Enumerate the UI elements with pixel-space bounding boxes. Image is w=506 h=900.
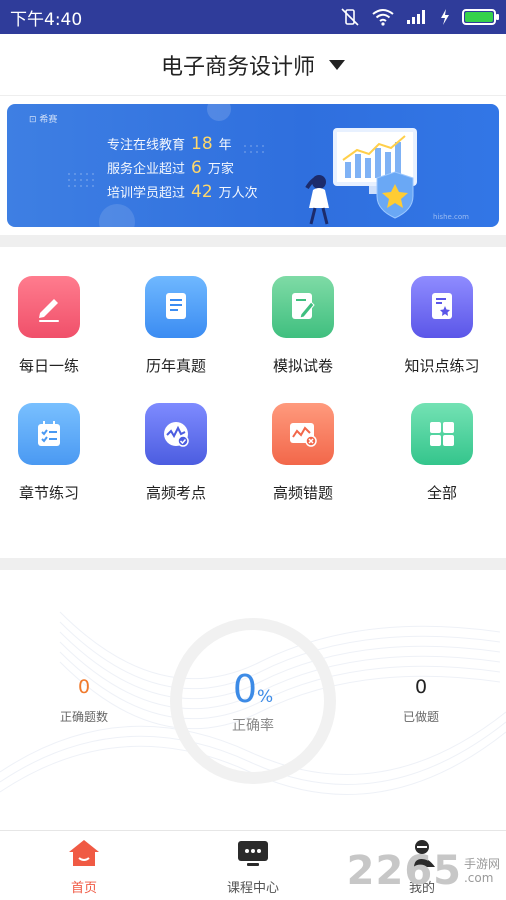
feature-mock-exam[interactable]: 模拟试卷 bbox=[243, 276, 363, 376]
tab-label: 课程中心 bbox=[226, 881, 279, 896]
accuracy-label: 正确率 bbox=[232, 718, 274, 734]
vibrate-off-icon bbox=[341, 8, 359, 26]
feature-all[interactable]: 全部 bbox=[382, 403, 502, 503]
tab-course-center[interactable]: 课程中心 bbox=[193, 837, 313, 896]
stat-label: 正确题数 bbox=[59, 710, 108, 724]
feature-label: 高频考点 bbox=[145, 484, 206, 502]
banner-line: 专注在线教育 18 年 bbox=[107, 134, 232, 154]
watermark-domain: .com bbox=[463, 871, 494, 885]
banner-text: 万家 bbox=[207, 162, 234, 177]
stat-value: 0 bbox=[77, 676, 91, 698]
banner-line: 培训学员超过 42 万人次 bbox=[107, 182, 258, 202]
feature-chapter-practice[interactable]: 章节练习 bbox=[0, 403, 109, 503]
feature-label: 高频错题 bbox=[272, 484, 333, 502]
banner-illustration bbox=[68, 104, 417, 227]
signal-icon bbox=[407, 10, 425, 24]
watermark-side: 手游网 .com bbox=[464, 857, 500, 885]
document-icon bbox=[145, 276, 207, 338]
checklist-icon bbox=[18, 403, 80, 465]
promo-banner[interactable]: ⊡ 希赛 专注在线教育 18 年 服务企业超过 6 万家 培训学员超过 42 万… bbox=[7, 104, 499, 227]
bottom-tab-bar: 首页 课程中心 我的 2265 手游网 .com bbox=[0, 830, 506, 900]
feature-label: 每日一练 bbox=[18, 357, 79, 375]
banner-line: 服务企业超过 6 万家 bbox=[107, 158, 234, 178]
tv-icon bbox=[238, 841, 268, 866]
page-title: 电子商务设计师 bbox=[160, 54, 315, 80]
banner-number: 42 bbox=[191, 182, 213, 202]
charging-icon bbox=[441, 9, 449, 25]
feature-label: 章节练习 bbox=[18, 484, 79, 502]
stat-correct-count: 0 正确题数 bbox=[24, 676, 144, 725]
status-icons bbox=[340, 8, 499, 26]
section-divider bbox=[0, 558, 506, 570]
feature-label: 知识点练习 bbox=[404, 357, 480, 375]
feature-hot-topics[interactable]: 高频考点 bbox=[116, 403, 236, 503]
edit-paper-icon bbox=[272, 276, 334, 338]
banner-text: 年 bbox=[218, 138, 232, 153]
wifi-icon bbox=[372, 9, 394, 26]
caret-down-icon bbox=[329, 59, 345, 70]
banner-brand: ⊡ 希赛 bbox=[29, 115, 58, 125]
banner-text: 培训学员超过 bbox=[107, 186, 186, 201]
banner-text: 专注在线教育 bbox=[107, 138, 186, 153]
banner-text: 服务企业超过 bbox=[107, 162, 186, 177]
banner-text: 万人次 bbox=[218, 186, 258, 201]
feature-knowledge-points[interactable]: 知识点练习 bbox=[382, 276, 502, 376]
subject-selector[interactable]: 电子商务设计师 bbox=[0, 34, 506, 96]
banner-number: 18 bbox=[191, 134, 213, 154]
wave-check-icon bbox=[145, 403, 207, 465]
tab-label: 首页 bbox=[70, 881, 97, 896]
bookmark-star-icon bbox=[411, 276, 473, 338]
feature-label: 模拟试卷 bbox=[272, 357, 333, 375]
status-time: 下午4:40 bbox=[10, 9, 83, 30]
accuracy-display: 0% 正确率 bbox=[170, 618, 336, 784]
watermark-name: 手游网 bbox=[463, 857, 500, 871]
tab-home[interactable]: 首页 bbox=[24, 837, 144, 896]
status-bar: 下午4:40 bbox=[0, 0, 506, 34]
feature-label: 历年真题 bbox=[145, 357, 206, 375]
stat-label: 已做题 bbox=[402, 710, 439, 724]
accuracy-value: 0% bbox=[232, 667, 274, 711]
section-divider bbox=[0, 235, 506, 247]
banner-number: 6 bbox=[191, 158, 202, 178]
banner-footnote: hishe.com bbox=[433, 213, 469, 221]
pencil-icon bbox=[18, 276, 80, 338]
feature-daily-practice[interactable]: 每日一练 bbox=[0, 276, 109, 376]
grid-icon bbox=[411, 403, 473, 465]
watermark-text: 2265 bbox=[346, 848, 462, 894]
feature-frequent-mistakes[interactable]: 高频错题 bbox=[243, 403, 363, 503]
home-icon bbox=[69, 840, 99, 866]
battery-icon bbox=[462, 9, 499, 25]
stat-value: 0 bbox=[414, 676, 428, 698]
watermark-logo: 2265 手游网 .com bbox=[347, 848, 500, 894]
feature-label: 全部 bbox=[426, 484, 457, 502]
chart-error-icon bbox=[272, 403, 334, 465]
stats-panel: 0% 正确率 0 正确题数 0 已做题 bbox=[0, 572, 506, 830]
feature-past-papers[interactable]: 历年真题 bbox=[116, 276, 236, 376]
stat-done-count: 0 已做题 bbox=[361, 676, 481, 725]
